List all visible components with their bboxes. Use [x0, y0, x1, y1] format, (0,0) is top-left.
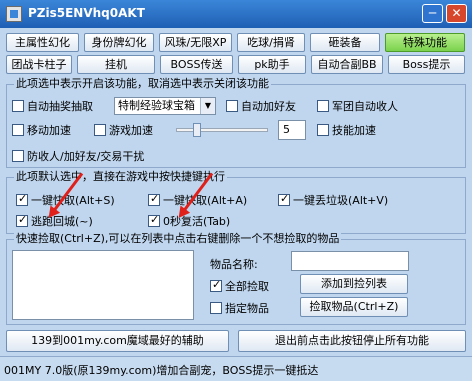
tab-pk-assistant[interactable]: pk助手	[238, 55, 306, 74]
tab-auto-merge[interactable]: 自动合副BB	[311, 55, 383, 74]
skill-speed-checkbox[interactable]: 技能加速	[317, 122, 376, 138]
quick-pick-title: 快速捡取(Ctrl+Z),可以在列表中点击右键删除一个不想捡取的物品	[14, 232, 342, 245]
stop-all-button[interactable]: 退出前点击此按钮停止所有功能	[238, 330, 466, 352]
minimize-button[interactable]: ─	[422, 4, 443, 23]
item-name-field[interactable]	[291, 251, 409, 271]
checkbox-box[interactable]	[317, 124, 329, 136]
auto-lottery-checkbox[interactable]: 自动抽奖抽取	[12, 98, 93, 114]
tab-eat-ball[interactable]: 吃球/捐肾	[237, 33, 305, 52]
skill-speed-label: 技能加速	[332, 124, 376, 137]
status-bar: 001MY 7.0版(原139my.com)增加合副宠，BOSS提示一键抵达	[0, 356, 472, 381]
chevron-down-icon: ▼	[200, 98, 215, 114]
checkbox-box[interactable]	[210, 278, 222, 292]
game-speed-label: 游戏加速	[109, 124, 153, 137]
tab-identity-card[interactable]: 身份牌幻化	[84, 33, 154, 52]
instant-revive-label: 0秒复活(Tab)	[163, 215, 231, 228]
throw-junk-checkbox[interactable]: 一键丢垃圾(Alt+V)	[278, 192, 388, 208]
speed-slider-track[interactable]	[176, 128, 268, 132]
game-speed-checkbox[interactable]: 游戏加速	[94, 122, 153, 138]
function-toggle-title: 此项选中表示开启该功能，取消选中表示关闭该功能	[14, 77, 271, 90]
auto-add-friend-checkbox[interactable]: 自动加好友	[226, 98, 296, 114]
helper-link-button[interactable]: 139到001my.com魔域最好的辅助	[6, 330, 229, 352]
auto-recruit-checkbox[interactable]: 军团自动收人	[317, 98, 398, 114]
move-speed-label: 移动加速	[27, 124, 71, 137]
speed-value-field[interactable]: 5	[278, 120, 306, 140]
speed-slider-thumb[interactable]	[193, 123, 201, 137]
tab-idle[interactable]: 挂机	[77, 55, 155, 74]
checkbox-box[interactable]	[12, 150, 24, 162]
checkbox-box[interactable]	[278, 192, 290, 206]
exp-ball-select-value: 特制经验球宝箱	[118, 99, 195, 112]
item-name-label: 物品名称:	[210, 258, 258, 271]
tab-smash-equip[interactable]: 砸装备	[310, 33, 380, 52]
specified-items-checkbox[interactable]: 指定物品	[210, 300, 269, 316]
throw-junk-label: 一键丢垃圾(Alt+V)	[293, 194, 389, 207]
auto-lottery-label: 自动抽奖抽取	[27, 100, 93, 113]
title-bar: PZis5ENVhq0AKT ─ ✕	[0, 0, 472, 28]
move-speed-checkbox[interactable]: 移动加速	[12, 122, 71, 138]
pick-all-checkbox[interactable]: 全部捡取	[210, 278, 269, 294]
quick-pick-s-label: 一键快取(Alt+S)	[31, 194, 115, 207]
checkbox-box[interactable]	[12, 100, 24, 112]
quick-pick-a-label: 一键快取(Alt+A)	[163, 194, 248, 207]
escape-town-label: 逃跑回城(~)	[31, 215, 93, 228]
checkbox-box[interactable]	[16, 192, 28, 206]
tab-wind-bead[interactable]: 风珠/无限XP	[159, 33, 232, 52]
checkbox-box[interactable]	[12, 124, 24, 136]
tab-special-function[interactable]: 特殊功能	[385, 33, 465, 52]
checkbox-box[interactable]	[317, 100, 329, 112]
auto-add-friend-label: 自动加好友	[241, 100, 296, 113]
anti-interference-label: 防收人/加好友/交易干扰	[27, 150, 145, 163]
specified-items-label: 指定物品	[225, 302, 269, 315]
tab-boss-teleport[interactable]: BOSS传送	[160, 55, 233, 74]
pick-items-button[interactable]: 捡取物品(Ctrl+Z)	[300, 297, 408, 317]
checkbox-box[interactable]	[226, 100, 238, 112]
tab-team-pillar[interactable]: 团战卡柱子	[6, 55, 72, 74]
checkbox-box[interactable]	[148, 192, 160, 206]
pick-item-list[interactable]	[12, 250, 194, 320]
pick-all-label: 全部捡取	[225, 280, 269, 293]
anti-interference-checkbox[interactable]: 防收人/加好友/交易干扰	[12, 148, 144, 164]
checkbox-box[interactable]	[16, 213, 28, 227]
checkbox-box[interactable]	[148, 213, 160, 227]
auto-recruit-label: 军团自动收人	[332, 100, 398, 113]
instant-revive-checkbox[interactable]: 0秒复活(Tab)	[148, 213, 230, 229]
app-icon	[6, 6, 22, 22]
checkbox-box[interactable]	[94, 124, 106, 136]
tab-boss-hint[interactable]: Boss提示	[388, 55, 465, 74]
exp-ball-select[interactable]: 特制经验球宝箱 ▼	[114, 97, 216, 115]
tab-main-attr[interactable]: 主属性幻化	[6, 33, 79, 52]
checkbox-box[interactable]	[210, 302, 222, 314]
status-text: 001MY 7.0版(原139my.com)增加合副宠，BOSS提示一键抵达	[4, 364, 319, 377]
add-to-list-button[interactable]: 添加到捡列表	[300, 274, 408, 294]
window-title: PZis5ENVhq0AKT	[28, 6, 145, 20]
close-button[interactable]: ✕	[446, 4, 467, 23]
hotkey-group-title: 此项默认选中，直接在游戏中按快捷键执行	[14, 170, 227, 183]
